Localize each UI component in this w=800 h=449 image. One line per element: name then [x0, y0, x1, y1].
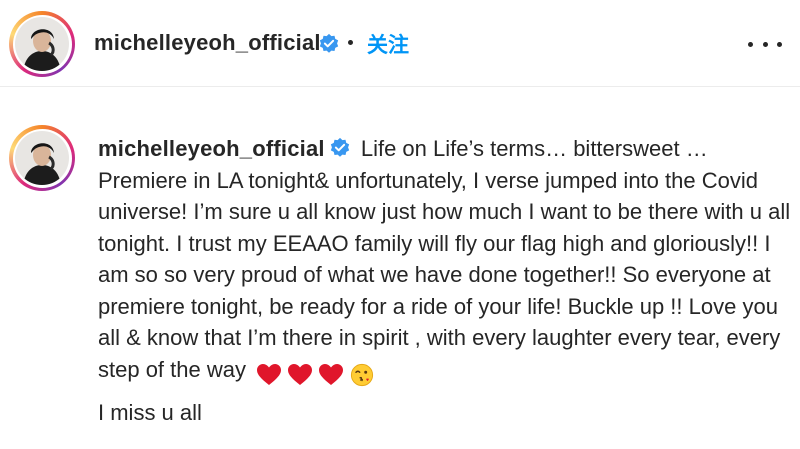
profile-photo — [15, 131, 69, 185]
more-options-icon[interactable] — [748, 30, 782, 58]
red-heart-icon — [257, 363, 282, 385]
caption-username[interactable]: michelleyeoh_official — [98, 136, 325, 161]
profile-avatar[interactable] — [9, 11, 75, 77]
header-username[interactable]: michelleyeoh_official — [94, 30, 321, 56]
caption-avatar[interactable] — [9, 125, 75, 191]
caption-emojis — [256, 358, 380, 390]
verified-badge-icon — [330, 137, 349, 157]
red-heart-icon — [288, 363, 313, 385]
red-heart-icon — [319, 363, 344, 385]
caption-text: Life on Life’s terms… bittersweet … Prem… — [98, 136, 797, 382]
caption-closing-line: I miss u all — [98, 400, 202, 425]
face-blowing-kiss-icon — [351, 363, 374, 386]
post-header: michelleyeoh_official 关注 — [0, 0, 800, 87]
follow-button[interactable]: 关注 — [367, 29, 409, 59]
verified-badge-icon — [319, 33, 339, 53]
separator-dot — [348, 40, 353, 45]
profile-photo — [15, 17, 69, 71]
post-caption: michelleyeoh_official Life on Life’s ter… — [98, 133, 793, 389]
